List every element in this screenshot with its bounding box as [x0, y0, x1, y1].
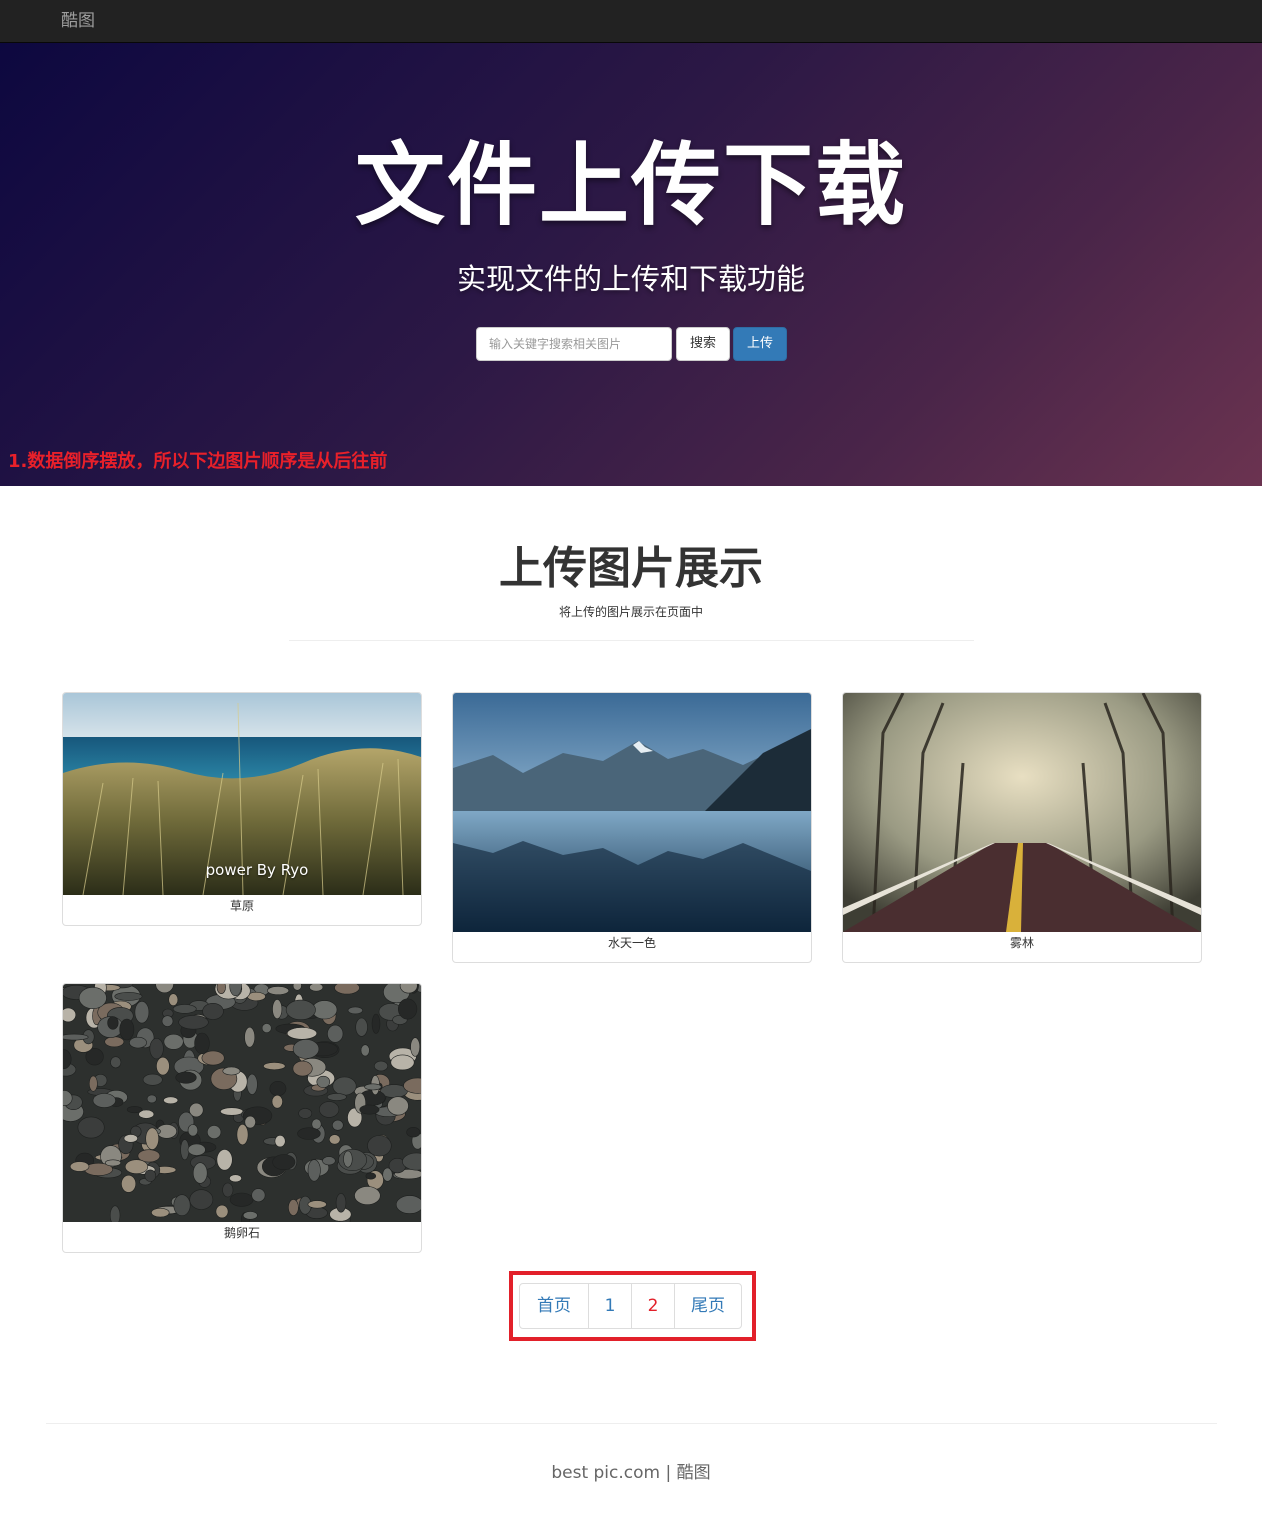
thumbnail-card[interactable]: 雾林: [842, 692, 1202, 963]
thumbnail-caption: 鹅卵石: [223, 1226, 260, 1240]
thumbnail-card[interactable]: 水天一色: [452, 692, 812, 963]
pagination: 首页 1 2 尾页: [519, 1283, 742, 1329]
upload-button[interactable]: 上传: [733, 327, 787, 361]
section-divider: [289, 640, 974, 641]
thumbnail-image-grassland[interactable]: power By Ryo: [63, 693, 421, 895]
thumbnail-caption: 雾林: [1009, 936, 1034, 950]
gallery-title: 上传图片展示: [499, 543, 763, 594]
annotation-note: 1.数据倒序摆放，所以下边图片顺序是从后往前: [8, 451, 388, 472]
gallery-subtitle: 将上传的图片展示在页面中: [558, 605, 703, 619]
thumbnail-image-foggy-forest[interactable]: [843, 693, 1201, 932]
thumbnail-card[interactable]: power By Ryo 草原: [62, 692, 422, 926]
footer-divider: [46, 1423, 1217, 1424]
hero-title: 文件上传下载: [355, 133, 907, 238]
thumbnail-caption: 水天一色: [607, 936, 656, 950]
footer-text: best pic.com | 酷图: [551, 1463, 711, 1483]
pagination-page-1[interactable]: 1: [588, 1283, 632, 1329]
pagination-first[interactable]: 首页: [519, 1283, 589, 1329]
thumbnail-image-lake[interactable]: [453, 693, 811, 932]
hero-banner: 文件上传下载 实现文件的上传和下载功能 搜索 上传 1.数据倒序摆放，所以下边图…: [0, 43, 1262, 486]
thumbnail-card[interactable]: 鹅卵石: [62, 983, 422, 1253]
pagination-last[interactable]: 尾页: [674, 1283, 742, 1329]
thumbnail-image-pebbles[interactable]: [63, 984, 421, 1222]
search-input[interactable]: [476, 327, 672, 361]
search-button[interactable]: 搜索: [676, 327, 730, 361]
brand-link[interactable]: 酷图: [61, 10, 95, 32]
thumbnail-caption: 草原: [229, 899, 254, 913]
image-watermark: power By Ryo: [205, 861, 309, 879]
hero-subtitle: 实现文件的上传和下载功能: [456, 262, 805, 296]
pagination-page-2[interactable]: 2: [631, 1283, 675, 1329]
top-navbar: 酷图: [0, 0, 1262, 43]
